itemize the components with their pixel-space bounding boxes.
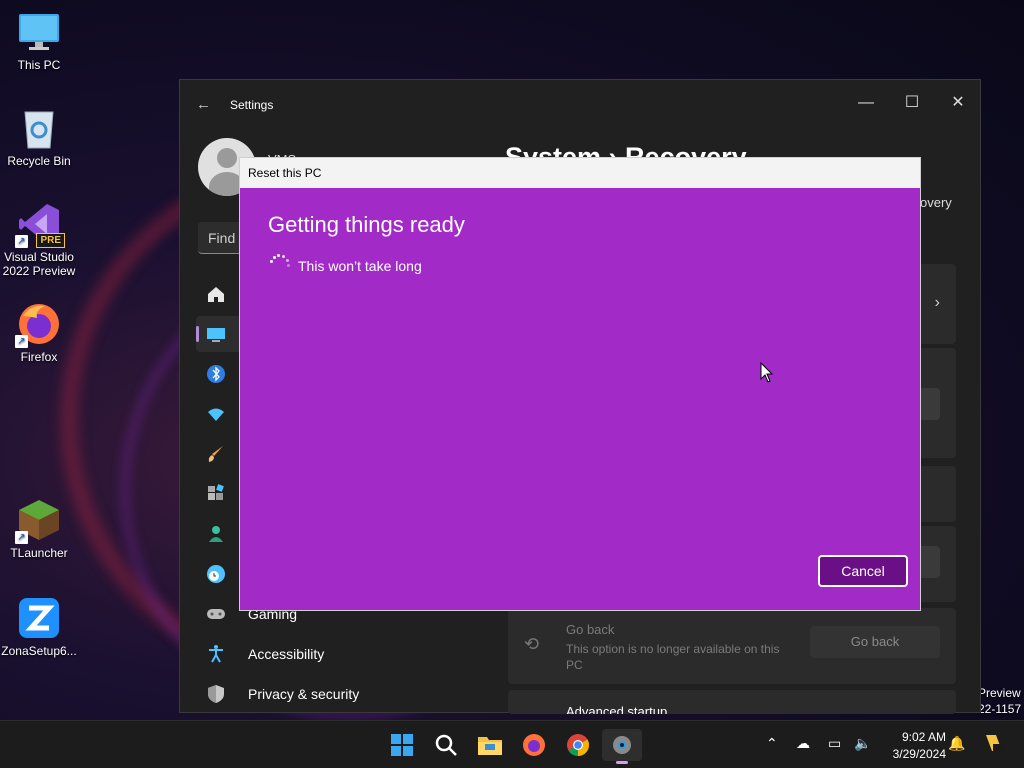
network-icon xyxy=(204,402,228,426)
dialog-heading: Getting things ready xyxy=(268,212,465,237)
minecraft-block-icon: ↗ xyxy=(15,498,61,544)
desktop-icon-label: Recycle Bin xyxy=(7,154,71,168)
search-button[interactable] xyxy=(426,729,466,761)
minimize-button[interactable]: — xyxy=(846,88,886,118)
desktop-icon-label: Firefox xyxy=(20,350,58,364)
desktop-icon-firefox[interactable]: ↗ Firefox xyxy=(0,302,78,364)
home-icon xyxy=(204,282,228,306)
maximize-button[interactable]: ☐ xyxy=(892,88,932,118)
chevron-up-icon[interactable]: ⌃ xyxy=(766,735,778,752)
settings-taskbar-button[interactable] xyxy=(602,729,642,764)
history-icon: ⟲ xyxy=(524,634,540,654)
loading-spinner-icon xyxy=(270,254,290,274)
chrome-icon xyxy=(567,734,589,756)
desktop-icon-label: This PC xyxy=(17,58,61,72)
desktop-icon-this-pc[interactable]: This PC xyxy=(0,10,78,72)
advanced-startup-label: Advanced startup xyxy=(566,704,668,714)
desktop-icon-label: ZonaSetup6... xyxy=(1,644,77,658)
accounts-icon xyxy=(204,522,228,546)
desktop-icon-zona-setup[interactable]: ZonaSetup6... xyxy=(0,596,78,658)
advanced-startup-card[interactable]: Advanced startup xyxy=(508,690,956,714)
firefox-icon xyxy=(523,734,545,756)
chevron-right-icon: › xyxy=(934,294,940,311)
close-button[interactable]: ✕ xyxy=(938,88,978,118)
go-back-button[interactable]: Go back xyxy=(810,626,940,658)
gear-icon xyxy=(613,736,631,754)
go-back-card: ⟲ Go back This option is no longer avail… xyxy=(508,608,956,684)
shortcut-arrow-icon: ↗ xyxy=(15,531,28,544)
pre-badge: PRE xyxy=(36,233,65,248)
shield-icon xyxy=(204,682,228,706)
bluetooth-icon xyxy=(204,362,228,386)
clock-date: 3/29/2024 xyxy=(892,747,946,761)
visual-studio-icon: PRE ↗ xyxy=(15,202,65,248)
watermark-build: 22-1157 xyxy=(978,702,1022,716)
go-back-description: This option is no longer available on th… xyxy=(566,642,780,672)
cancel-button[interactable]: Cancel xyxy=(818,555,908,587)
zona-icon xyxy=(17,596,61,640)
apps-icon xyxy=(204,482,228,506)
chrome-taskbar-button[interactable] xyxy=(558,729,598,761)
system-icon xyxy=(204,322,228,346)
desktop-icon-label: TLauncher xyxy=(10,546,68,560)
title-bar: ← Settings — ☐ ✕ xyxy=(180,80,980,124)
recycle-bin-icon xyxy=(17,106,61,150)
file-explorer-button[interactable] xyxy=(470,729,510,761)
sidebar-item-label: Privacy & security xyxy=(248,686,360,702)
shortcut-arrow-icon: ↗ xyxy=(15,235,28,248)
watermark-text: Preview xyxy=(978,686,1021,700)
desktop-icon-label: Visual Studio 2022 Preview xyxy=(2,250,76,278)
go-back-title: Go back xyxy=(566,622,615,637)
personalization-icon xyxy=(204,442,228,466)
start-button[interactable] xyxy=(382,729,422,761)
sidebar-item-label: Accessibility xyxy=(248,646,325,662)
desktop-icon-tlauncher[interactable]: ↗ TLauncher xyxy=(0,498,78,560)
time-language-icon xyxy=(204,562,228,586)
clock[interactable]: 9:02 AM 3/29/2024 xyxy=(880,729,946,763)
sidebar-item-privacy-security[interactable]: Privacy & security xyxy=(196,676,476,712)
back-arrow-icon[interactable]: ← xyxy=(196,96,211,113)
sidebar-item-accessibility[interactable]: Accessibility xyxy=(196,636,476,672)
accessibility-icon xyxy=(204,642,228,666)
search-icon xyxy=(435,734,457,756)
taskbar: ⌃ ☁ ▭ 🔈 9:02 AM 3/29/2024 🔔 xyxy=(0,720,1024,768)
volume-muted-icon[interactable]: 🔈 xyxy=(854,735,871,752)
monitor-icon xyxy=(17,10,61,54)
window-title: Settings xyxy=(230,98,274,112)
dialog-title: Reset this PC xyxy=(240,158,920,188)
firefox-icon: ↗ xyxy=(15,302,61,348)
firefox-taskbar-button[interactable] xyxy=(514,729,554,761)
dialog-status: This won’t take long xyxy=(298,258,422,274)
shortcut-arrow-icon: ↗ xyxy=(15,335,28,348)
windows-logo-icon xyxy=(391,734,413,756)
folder-icon xyxy=(478,737,502,755)
notification-bell-icon[interactable]: 🔔 xyxy=(948,735,965,752)
onedrive-icon[interactable]: ☁ xyxy=(796,735,810,752)
desktop-icon-recycle-bin[interactable]: Recycle Bin xyxy=(0,106,78,168)
desktop-icon-visual-studio[interactable]: PRE ↗ Visual Studio 2022 Preview xyxy=(0,202,78,278)
network-tray-icon[interactable]: ▭ xyxy=(828,735,841,752)
gaming-icon xyxy=(204,602,228,626)
copilot-pre-icon[interactable] xyxy=(982,731,1006,758)
page-subtitle: overy xyxy=(920,195,952,210)
reset-pc-dialog: Reset this PC Getting things ready This … xyxy=(239,157,921,611)
clock-time: 9:02 AM xyxy=(901,730,946,744)
